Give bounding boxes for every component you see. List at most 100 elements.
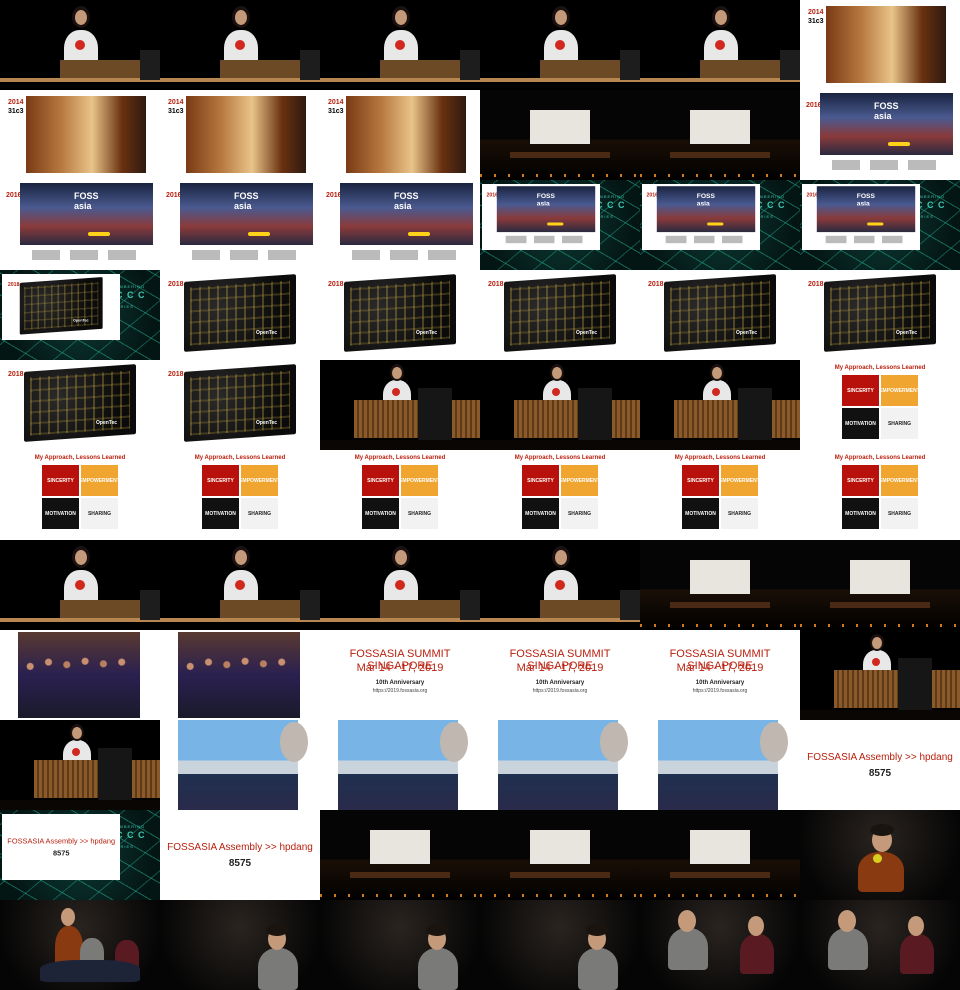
empowerment-tile: EMPOWERMENT [719,465,760,496]
text-columns [665,235,748,244]
video-frame: 2016 FOSS asia [160,180,320,270]
speaker-lanyard [72,748,80,756]
fossasia-logo-line1: FOSS [394,191,419,201]
board-label: OpenTec [896,330,918,336]
assembly-code: 8575 [228,858,252,869]
video-frame [0,720,160,810]
projection-screen [850,560,910,594]
photo-rms-and-speaker [26,96,146,173]
pavilion-disc [440,722,468,762]
board-label: OpenTec [416,330,438,336]
projection-screen [690,560,750,594]
text-columns [192,250,302,260]
speaker-lanyard [235,580,245,590]
video-frame [160,0,320,90]
video-frame [640,720,800,810]
slide-event: 31c3 [8,108,24,115]
video-frame: REMEMBERING ✦ C C C MEMORIES 2016 FOSS a… [480,180,640,270]
speaker-face [872,637,882,649]
video-frame: My Approach, Lessons Learned SINCERITY E… [800,360,960,450]
fossasia-logo-line2: asia [874,111,892,121]
speaker-lanyard [75,580,85,590]
sharing-tile: SHARING [401,498,438,529]
speaker-face [72,727,82,739]
motivation-tile: MOTIVATION [42,498,79,529]
photo-rms-and-speaker [826,6,946,83]
board-label: OpenTec [96,420,118,426]
cta-button [248,232,270,236]
slide-year: 2014 [808,9,824,16]
lectern-right [452,400,480,438]
video-frame: My Approach, Lessons Learned SINCERITY E… [0,450,160,540]
speaker-face [552,367,562,379]
moderator-head [61,908,75,926]
sharing-tile: SHARING [241,498,278,529]
video-frame [480,810,640,900]
lectern-center [738,388,772,440]
slide-background [480,450,640,540]
cta-button [888,142,910,146]
slide-year: 2018 [8,371,24,378]
video-frame: REMEMBERING ✦ C C C MEMORIES 2016 FOSS a… [640,180,800,270]
slide-background [640,450,800,540]
video-frame: 2016 FOSS asia [800,90,960,180]
lectern-right [612,400,640,438]
lectern-top [480,618,640,622]
inset-slide-content: FOSSASIA Assembly >> hpdang 8575 [2,814,120,880]
speaker-lanyard [555,580,565,590]
video-frame [640,360,800,450]
slide-year: 2018 [488,281,504,288]
slide-background [160,810,320,900]
stage-lights [640,894,800,897]
speaker-face [715,10,727,25]
stage-lights [800,624,960,627]
empowerment-tile: EMPOWERMENT [79,465,120,496]
panelist-left-head [678,910,696,932]
slide-background [160,450,320,540]
lectern-center [578,388,612,440]
slide-year: 2014 [168,99,184,106]
video-frame: My Approach, Lessons Learned SINCERITY E… [800,450,960,540]
projection-screen [370,830,430,864]
sharing-tile: SHARING [81,498,118,529]
speaker-face [712,367,722,379]
video-frame: 2016 FOSS asia [0,180,160,270]
text-columns [825,235,908,244]
video-frame [160,630,320,720]
video-frame: 2014 31c3 [320,90,480,180]
speaker-lanyard [395,580,405,590]
slide-year: 2018 [808,281,824,288]
speaker-lanyard [872,658,880,666]
inset-slide: 2016 FOSS asia [642,184,760,250]
assembly-title: FOSSASIA Assembly >> hpdang [807,752,953,763]
slide-year: 2018 [648,281,664,288]
approach-title: My Approach, Lessons Learned [354,455,446,461]
video-frame [640,90,800,180]
video-frame: 2018 OpenTec [800,270,960,360]
panelist-right [900,934,934,974]
fossasia-logo-line1: FOSS [234,191,259,201]
circuit-board [504,274,616,352]
slide-year: 2018 [168,281,184,288]
approach-title: My Approach, Lessons Learned [834,365,926,371]
video-frame: REMEMBERING ✦ C C C MEMORIES 2018 OpenTe… [0,270,160,360]
sincerity-tile: SINCERITY [842,465,879,496]
video-frame [480,540,640,630]
panelist-center [258,948,298,990]
video-frame: My Approach, Lessons Learned SINCERITY E… [480,450,640,540]
ccc-sign [780,50,800,80]
chairs [40,960,140,982]
board-label: OpenTec [73,318,89,323]
photo-rms-and-speaker [186,96,306,173]
sharing-tile: SHARING [561,498,598,529]
fossasia-logo-line1: FOSS [874,101,899,111]
floor [0,800,160,810]
slide-background [800,450,960,540]
lectern-top [0,78,160,82]
panelist-center-hair [870,824,894,836]
video-frame [800,630,960,720]
video-frame: FOSSASIA Assembly >> hpdang 8575 [800,720,960,810]
sincerity-tile: SINCERITY [202,465,239,496]
panel-backdrop [640,900,800,990]
video-frame [800,810,960,900]
